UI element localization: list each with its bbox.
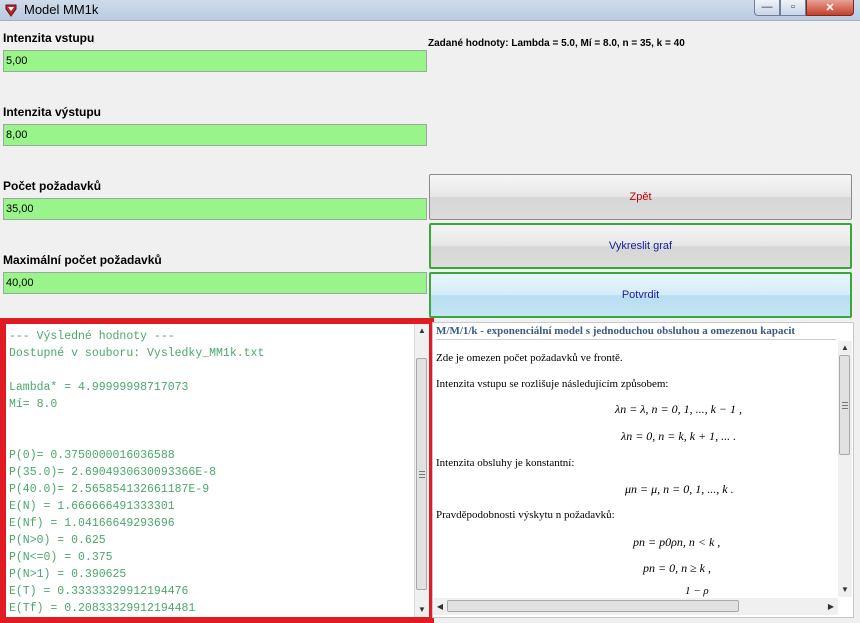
help-equation: pn = 0, n ≥ k , [643, 561, 712, 575]
window-title: Model MM1k [24, 2, 99, 17]
maximize-icon: ▫ [791, 1, 795, 13]
help-vertical-scrollbar[interactable]: ▲ ▼ [838, 341, 852, 597]
title-bar: Model MM1k — ▫ ✕ [0, 0, 860, 21]
results-panel: --- Výsledné hodnoty --- Dostupné v soub… [0, 318, 434, 623]
draw-graph-button[interactable]: Vykreslit graf [429, 223, 852, 269]
app-icon [5, 4, 17, 17]
results-text[interactable]: --- Výsledné hodnoty --- Dostupné v soub… [9, 328, 413, 616]
max-requests-field[interactable] [3, 272, 427, 294]
scroll-down-icon[interactable]: ▼ [415, 603, 429, 617]
results-line: P(0)= 0.3750000016036588 [9, 449, 175, 462]
help-equation: 1 − ρ [685, 585, 709, 597]
output-rate-label: Intenzita výstupu [3, 105, 102, 119]
results-line: E(N) = 1.666666491333301 [9, 500, 175, 513]
help-scroll-thumb[interactable] [839, 355, 850, 455]
results-line [9, 413, 413, 430]
results-line: P(40.0)= 2.565854132661187E-9 [9, 483, 210, 496]
help-equation: pn = p0ρn, n < k , [633, 535, 721, 549]
scroll-up-icon[interactable]: ▲ [415, 324, 429, 338]
help-text: Pravděpodobnosti výskytu n požadavků: [436, 509, 615, 521]
results-line: E(T) = 0.33333329912194476 [9, 585, 189, 598]
results-line: P(N>1) = 0.390625 [9, 568, 127, 581]
max-requests-label: Maximální počet požadavků [3, 253, 162, 267]
scroll-down-icon[interactable]: ▼ [838, 583, 852, 597]
maximize-button[interactable]: ▫ [780, 0, 806, 16]
results-line: Mí= 8.0 [9, 398, 58, 411]
help-horizontal-scrollbar[interactable]: ◀ ▶ [433, 598, 838, 615]
given-values-text: Zadané hodnoty: Lambda = 5.0, Mí = 8.0, … [428, 38, 685, 49]
minimize-button[interactable]: — [754, 0, 780, 16]
results-line: E(Tf) = 0.20833329912194481 [9, 602, 196, 615]
results-scroll-thumb[interactable] [416, 358, 427, 590]
help-text: Intenzita obsluhy je konstantní: [436, 457, 575, 469]
help-equation: μn = μ, n = 0, 1, ..., k . [625, 482, 734, 496]
help-title: M/M/1/k - exponenciální model s jednoduc… [436, 325, 796, 337]
input-rate-field[interactable] [3, 50, 427, 72]
results-line: E(Nf) = 1.04166649293696 [9, 517, 175, 530]
help-panel: M/M/1/k - exponenciální model s jednoduc… [432, 322, 854, 618]
help-equation: λn = 0, n = k, k + 1, ... . [621, 429, 737, 443]
scroll-left-icon[interactable]: ◀ [433, 600, 447, 614]
help-text: Zde je omezen počet požadavků ve frontě. [436, 352, 623, 364]
back-button[interactable]: Zpět [429, 174, 852, 220]
minimize-icon: — [761, 1, 773, 13]
results-line: P(N<=0) = 0.375 [9, 551, 113, 564]
results-line: Lambda* = 4.99999998717073 [9, 381, 189, 394]
help-hscroll-thumb[interactable] [447, 600, 739, 612]
num-requests-field[interactable] [3, 198, 427, 220]
results-line: --- Výsledné hodnoty --- [9, 330, 175, 343]
results-line [9, 430, 413, 447]
results-line: P(35.0)= 2.6904930630093366E-8 [9, 466, 217, 479]
results-line [9, 362, 413, 379]
help-equation: λn = λ, n = 0, 1, ..., k − 1 , [615, 402, 743, 416]
num-requests-label: Počet požadavků [3, 179, 102, 193]
results-line: Dostupné v souboru: Vysledky_MM1k.txt [9, 347, 265, 360]
help-text: Intenzita vstupu se rozlišuje následujíc… [436, 378, 669, 390]
output-rate-field[interactable] [3, 124, 427, 146]
input-rate-label: Intenzita vstupu [3, 31, 95, 45]
scroll-right-icon[interactable]: ▶ [824, 600, 838, 614]
close-button[interactable]: ✕ [806, 0, 854, 16]
help-divider [436, 339, 836, 340]
results-line: P(N>0) = 0.625 [9, 534, 106, 547]
results-scrollbar[interactable]: ▲ ▼ [414, 324, 429, 617]
scroll-up-icon[interactable]: ▲ [838, 341, 852, 355]
confirm-button[interactable]: Potvrdit [429, 272, 852, 318]
close-icon: ✕ [825, 2, 835, 14]
